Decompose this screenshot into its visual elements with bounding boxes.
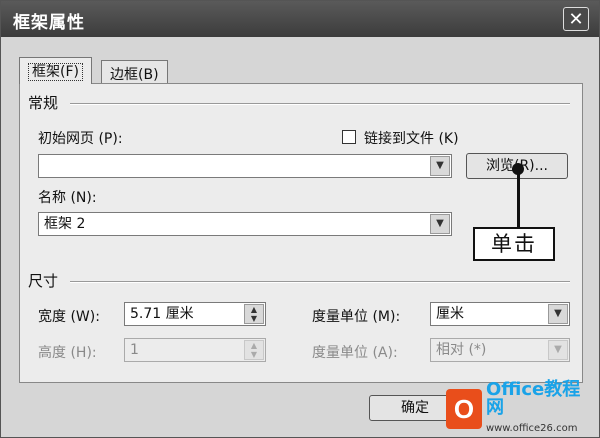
spin-up-icon[interactable]: ▲	[251, 341, 257, 350]
initial-page-label: 初始网页 (P):	[38, 131, 123, 147]
width-value: 5.71 厘米	[130, 306, 194, 322]
width-unit-value: 厘米	[436, 306, 464, 322]
size-group-divider	[70, 281, 570, 283]
height-unit-select[interactable]: 相对 (*) ▼	[430, 338, 570, 362]
dialog-title: 框架属性	[13, 13, 85, 33]
tab-border-key: (B)	[138, 67, 159, 83]
general-group-label: 常规	[28, 94, 59, 112]
spin-down-icon[interactable]: ▼	[251, 350, 257, 359]
height-label: 高度 (H):	[38, 345, 97, 361]
width-spinner[interactable]: 5.71 厘米 ▲ ▼	[124, 302, 266, 326]
name-label: 名称 (N):	[38, 190, 97, 206]
title-bar: 框架属性 ✕	[1, 1, 599, 37]
tab-frame[interactable]: 框架(F)	[19, 57, 92, 84]
tab-frame-key: (F)	[60, 64, 79, 80]
general-group-divider	[70, 103, 570, 105]
height-spinner[interactable]: 1 ▲ ▼	[124, 338, 266, 362]
height-unit-value: 相对 (*)	[436, 342, 487, 358]
link-to-file-label: 链接到文件 (K)	[364, 131, 459, 147]
office-logo-icon: O	[446, 389, 482, 429]
watermark-text: Office教程网 www.office26.com	[485, 378, 598, 438]
size-group-label: 尺寸	[28, 272, 59, 290]
click-callout: 单击	[473, 227, 555, 261]
spin-up-icon[interactable]: ▲	[251, 305, 257, 314]
chevron-down-icon[interactable]: ▼	[548, 340, 568, 360]
initial-page-combo[interactable]: ▼	[38, 154, 452, 178]
tab-border[interactable]: 边框(B)	[101, 60, 168, 84]
close-button[interactable]: ✕	[563, 7, 589, 31]
height-value: 1	[130, 342, 139, 358]
link-to-file-checkbox[interactable]	[342, 130, 356, 144]
name-value: 框架 2	[44, 216, 86, 232]
watermark-title: Office教程网	[485, 378, 581, 418]
frame-properties-dialog: 框架属性 ✕ 框架(F) 边框(B) 常规 初始网页 (P): 链接到文件 (K…	[0, 0, 600, 438]
spin-arrows-icon[interactable]: ▲ ▼	[244, 340, 264, 360]
width-unit-label: 度量单位 (M):	[312, 309, 401, 325]
height-unit-label: 度量单位 (A):	[312, 345, 398, 361]
spin-arrows-icon[interactable]: ▲ ▼	[244, 304, 264, 324]
width-unit-select[interactable]: 厘米 ▼	[430, 302, 570, 326]
tab-border-label: 边框	[110, 67, 138, 83]
watermark-url: www.office26.com	[485, 422, 578, 434]
name-combo[interactable]: 框架 2 ▼	[38, 212, 452, 236]
spin-down-icon[interactable]: ▼	[251, 314, 257, 323]
tab-frame-label: 框架	[32, 64, 60, 80]
chevron-down-icon[interactable]: ▼	[430, 214, 450, 234]
width-label: 宽度 (W):	[38, 309, 100, 325]
close-icon: ✕	[568, 8, 584, 30]
watermark: O Office教程网 www.office26.com	[446, 380, 598, 434]
chevron-down-icon[interactable]: ▼	[548, 304, 568, 324]
callout-line	[517, 171, 520, 228]
chevron-down-icon[interactable]: ▼	[430, 156, 450, 176]
